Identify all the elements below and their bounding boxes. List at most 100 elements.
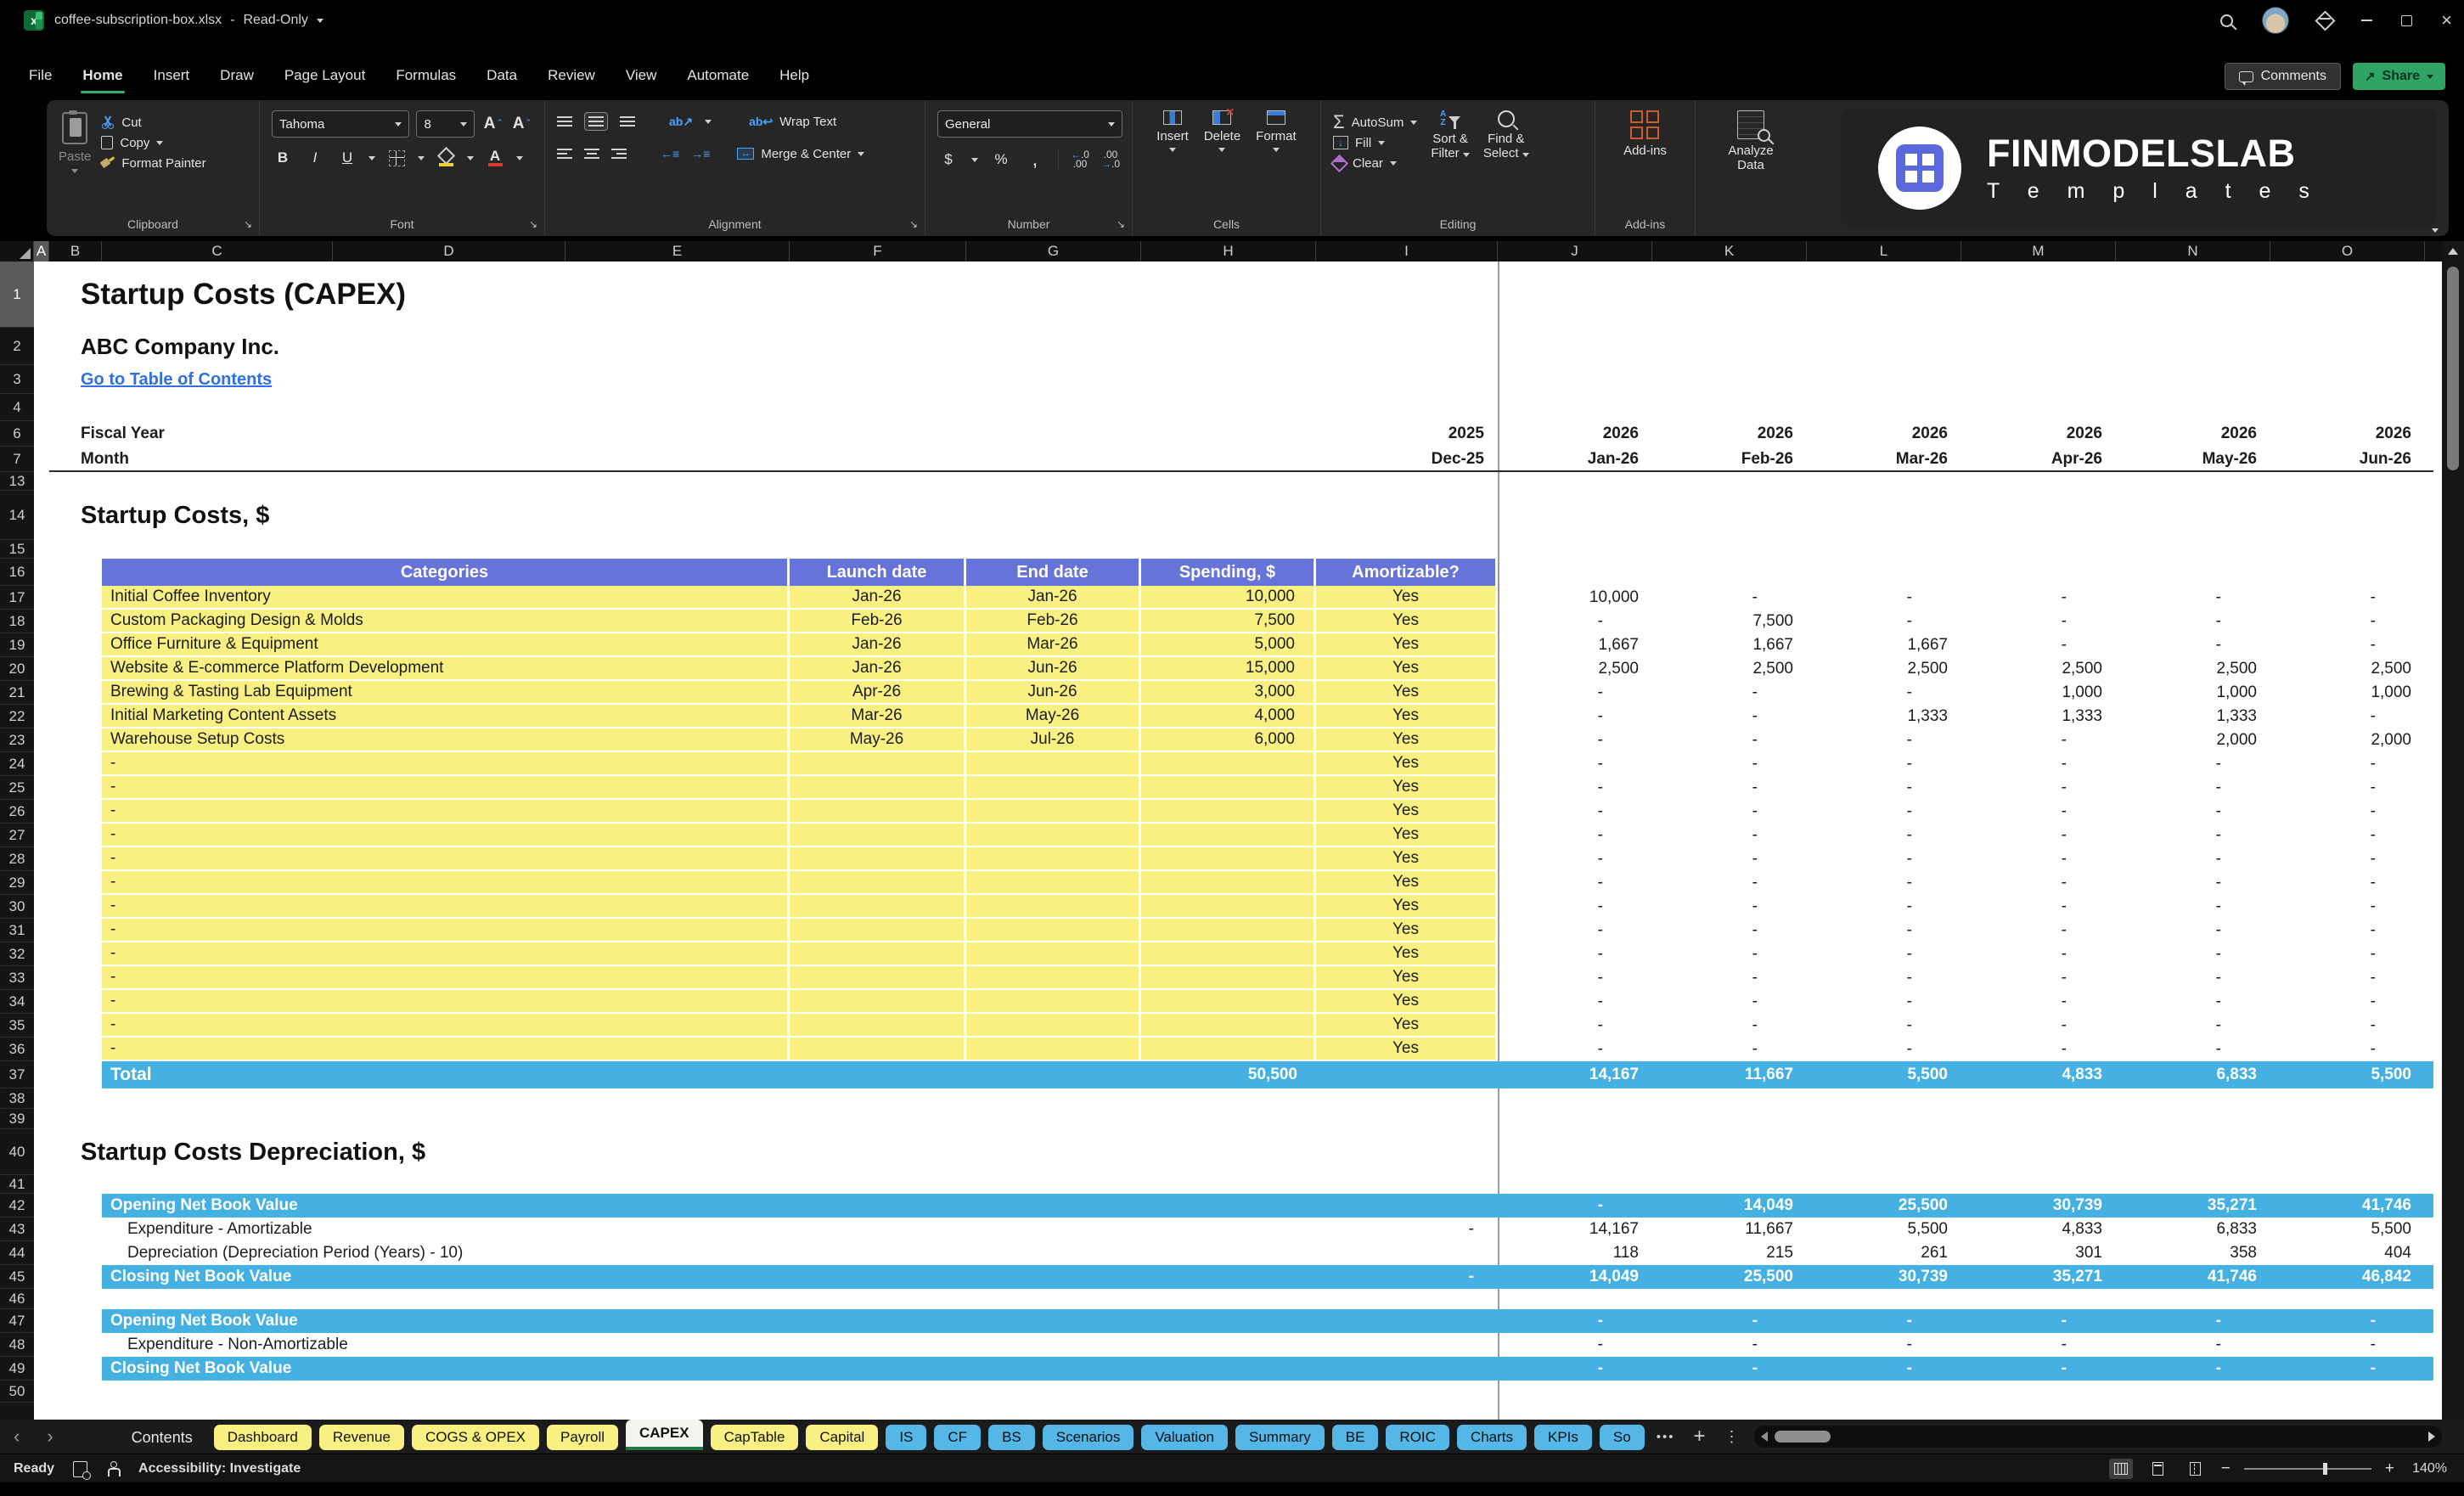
cell-I21[interactable]: Yes bbox=[1316, 681, 1498, 705]
cell-K35[interactable]: - bbox=[1652, 1014, 1807, 1038]
table-header-categories[interactable]: Categories bbox=[102, 559, 790, 586]
percent-button[interactable]: % bbox=[990, 148, 1012, 172]
cell-K42[interactable]: 14,049 bbox=[1652, 1194, 1807, 1218]
cell-H28[interactable] bbox=[1141, 847, 1316, 871]
decrease-font-button[interactable]: Aˇ bbox=[510, 112, 532, 136]
cell-G18[interactable]: Feb-26 bbox=[966, 610, 1141, 633]
cell-O26[interactable]: - bbox=[2270, 800, 2425, 824]
sheet-tab-summary[interactable]: Summary bbox=[1235, 1425, 1325, 1450]
cell-L23[interactable]: - bbox=[1807, 728, 1961, 752]
cell-H31[interactable] bbox=[1141, 919, 1316, 942]
cell-M44[interactable]: 301 bbox=[1961, 1241, 2116, 1265]
cell-K36[interactable]: - bbox=[1652, 1038, 1807, 1061]
cell-M21[interactable]: 1,000 bbox=[1961, 681, 2116, 705]
align-center-button[interactable] bbox=[584, 149, 599, 159]
cell-F27[interactable] bbox=[790, 824, 966, 847]
row-header-18[interactable]: 18 bbox=[0, 610, 34, 633]
cell-O49[interactable]: - bbox=[2270, 1357, 2425, 1381]
cell-G35[interactable] bbox=[966, 1014, 1141, 1038]
cell-O35[interactable]: - bbox=[2270, 1014, 2425, 1038]
cell-I19[interactable]: Yes bbox=[1316, 633, 1498, 657]
clipboard-dialog-launcher[interactable]: ↘ bbox=[244, 218, 252, 230]
cell-O25[interactable]: - bbox=[2270, 776, 2425, 800]
table-of-contents-link[interactable]: Go to Table of Contents bbox=[81, 365, 590, 394]
comma-style-button[interactable]: , bbox=[1024, 148, 1046, 172]
cell-K32[interactable]: - bbox=[1652, 942, 1807, 966]
cell-G32[interactable] bbox=[966, 942, 1141, 966]
zoom-level[interactable]: 140% bbox=[2408, 1461, 2447, 1476]
cell-F21[interactable]: Apr-26 bbox=[790, 681, 966, 705]
vertical-scroll-thumb[interactable] bbox=[2447, 267, 2459, 470]
row-header-6[interactable]: 6 bbox=[0, 421, 34, 447]
cell-N24[interactable]: - bbox=[2116, 752, 2270, 776]
cell-J23[interactable]: - bbox=[1498, 728, 1652, 752]
row-header-36[interactable]: 36 bbox=[0, 1038, 34, 1061]
cell-H26[interactable] bbox=[1141, 800, 1316, 824]
merge-center-button[interactable]: ↔ Merge & Center bbox=[737, 143, 865, 165]
col-header-H[interactable]: H bbox=[1141, 241, 1316, 262]
cell-N7[interactable]: May-26 bbox=[2116, 447, 2270, 472]
avatar[interactable] bbox=[2262, 7, 2290, 34]
cell-N20[interactable]: 2,500 bbox=[2116, 657, 2270, 681]
cell-J37[interactable]: 14,167 bbox=[1498, 1061, 1652, 1088]
cell-L35[interactable]: - bbox=[1807, 1014, 1961, 1038]
cell-J29[interactable]: - bbox=[1498, 871, 1652, 895]
cell-N30[interactable]: - bbox=[2116, 895, 2270, 919]
cell-G25[interactable] bbox=[966, 776, 1141, 800]
cell-C33[interactable]: - bbox=[102, 966, 790, 990]
cell-L32[interactable]: - bbox=[1807, 942, 1961, 966]
cell-F24[interactable] bbox=[790, 752, 966, 776]
sheet-tab-payroll[interactable]: Payroll bbox=[547, 1425, 618, 1450]
row-header-42[interactable]: 42 bbox=[0, 1194, 34, 1218]
row-header-4[interactable]: 4 bbox=[0, 394, 34, 421]
accessibility-icon[interactable] bbox=[106, 1461, 121, 1476]
cut-button[interactable]: Cut bbox=[101, 112, 205, 132]
cell-H32[interactable] bbox=[1141, 942, 1316, 966]
horizontal-scroll-thumb[interactable] bbox=[1775, 1431, 1831, 1443]
col-header-L[interactable]: L bbox=[1807, 241, 1961, 262]
cell-J43[interactable]: 14,167 bbox=[1498, 1218, 1652, 1241]
row-header-21[interactable]: 21 bbox=[0, 681, 34, 705]
row-header-7[interactable]: 7 bbox=[0, 447, 34, 472]
delete-cells-button[interactable]: Delete bbox=[1204, 105, 1240, 175]
cell-H24[interactable] bbox=[1141, 752, 1316, 776]
cell-N44[interactable]: 358 bbox=[2116, 1241, 2270, 1265]
share-button[interactable]: ↗ Share bbox=[2352, 63, 2445, 90]
cell-J36[interactable]: - bbox=[1498, 1038, 1652, 1061]
cell-G28[interactable] bbox=[966, 847, 1141, 871]
cell-C34[interactable]: - bbox=[102, 990, 790, 1014]
row-header-13[interactable]: 13 bbox=[0, 472, 34, 491]
cell-M42[interactable]: 30,739 bbox=[1961, 1194, 2116, 1218]
cell-K20[interactable]: 2,500 bbox=[1652, 657, 1807, 681]
page-title[interactable]: Startup Costs (CAPEX) bbox=[81, 262, 1269, 328]
sheet-tab-so[interactable]: So bbox=[1599, 1425, 1645, 1450]
row-header-34[interactable]: 34 bbox=[0, 990, 34, 1014]
cell-K19[interactable]: 1,667 bbox=[1652, 633, 1807, 657]
cell-H21[interactable]: 3,000 bbox=[1141, 681, 1316, 705]
row-header-23[interactable]: 23 bbox=[0, 728, 34, 752]
cell-J45[interactable]: 14,049 bbox=[1498, 1265, 1652, 1289]
row-header-37[interactable]: 37 bbox=[0, 1061, 34, 1088]
cell-K37[interactable]: 11,667 bbox=[1652, 1061, 1807, 1088]
cell-F25[interactable] bbox=[790, 776, 966, 800]
cell-C32[interactable]: - bbox=[102, 942, 790, 966]
cell-F23[interactable]: May-26 bbox=[790, 728, 966, 752]
cell-L31[interactable]: - bbox=[1807, 919, 1961, 942]
cell-G21[interactable]: Jun-26 bbox=[966, 681, 1141, 705]
font-dialog-launcher[interactable]: ↘ bbox=[529, 218, 537, 230]
more-sheets-button[interactable]: ••• bbox=[1657, 1430, 1675, 1444]
cell-G30[interactable] bbox=[966, 895, 1141, 919]
chevron-down-icon[interactable] bbox=[316, 18, 323, 23]
sheet-tab-bs[interactable]: BS bbox=[988, 1425, 1035, 1450]
cell-M25[interactable]: - bbox=[1961, 776, 2116, 800]
decrease-indent-button[interactable]: ←≡ bbox=[661, 147, 679, 160]
cell-O7[interactable]: Jun-26 bbox=[2270, 447, 2425, 472]
cell-F30[interactable] bbox=[790, 895, 966, 919]
cell-K6[interactable]: 2026 bbox=[1652, 421, 1807, 447]
cell-O23[interactable]: 2,000 bbox=[2270, 728, 2425, 752]
cell-J26[interactable]: - bbox=[1498, 800, 1652, 824]
cell-K29[interactable]: - bbox=[1652, 871, 1807, 895]
cell-J17[interactable]: 10,000 bbox=[1498, 586, 1652, 610]
sheet-nav-right[interactable]: › bbox=[33, 1427, 66, 1446]
cell-M27[interactable]: - bbox=[1961, 824, 2116, 847]
